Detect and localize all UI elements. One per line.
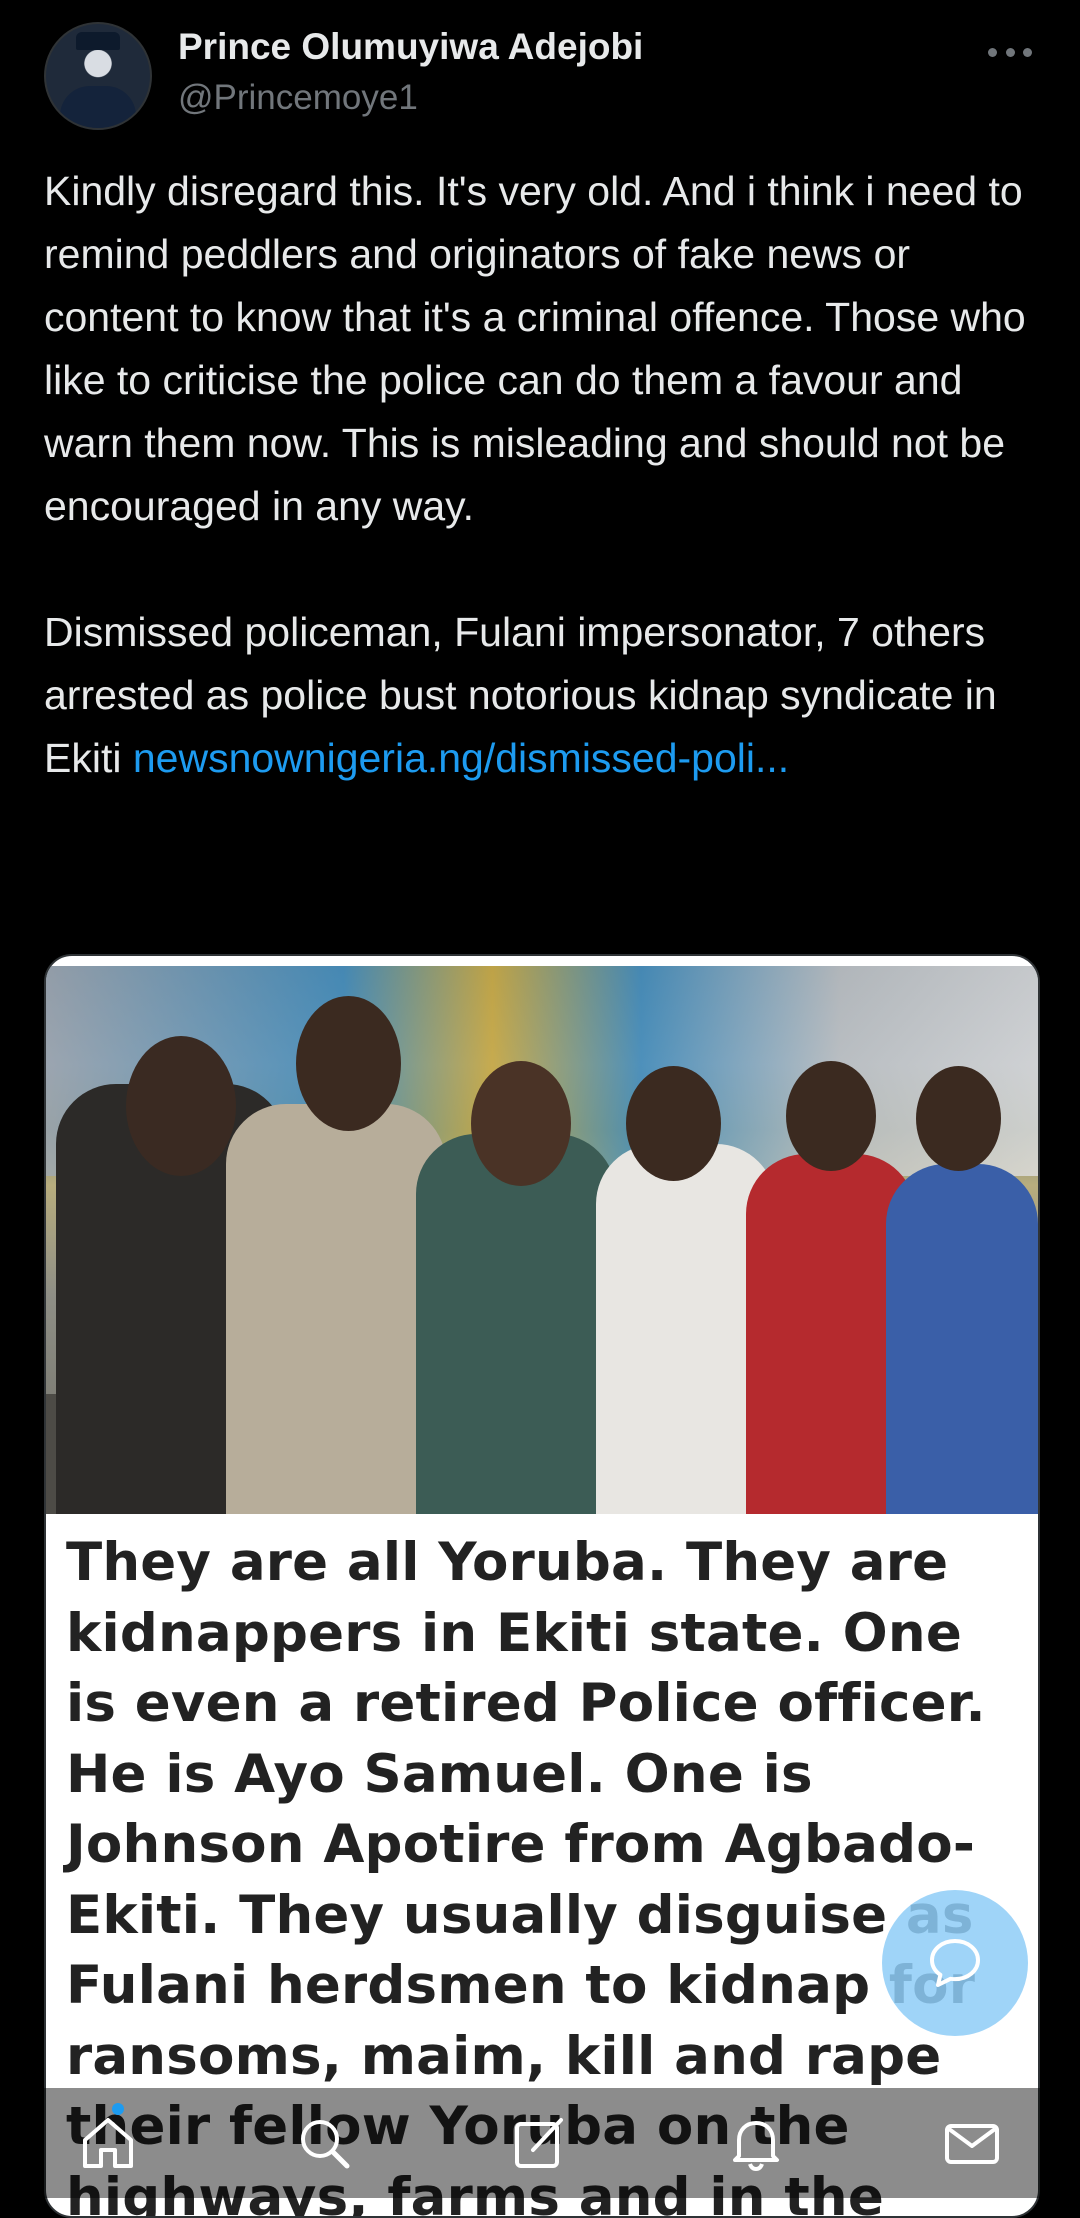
tweet-quoted-headline: Dismissed policeman, Fulani impersonator… [44, 601, 1044, 790]
reply-fab-button[interactable] [882, 1890, 1028, 2036]
more-dot [988, 47, 997, 57]
more-options-icon[interactable] [988, 40, 1032, 64]
photo-head [471, 1061, 571, 1186]
unread-dot [112, 2103, 124, 2115]
photo-person [226, 1104, 446, 1514]
search-icon [301, 2120, 350, 2169]
home-icon [83, 2118, 133, 2168]
reply-bubble-icon [930, 1939, 980, 1987]
nav-compose[interactable] [500, 2103, 580, 2183]
nav-messages[interactable] [932, 2103, 1012, 2183]
avatar-torso [60, 86, 136, 128]
article-link[interactable]: newsnownigeria.ng/dismissed-poli... [133, 735, 789, 781]
author-handle[interactable]: @Princemoye1 [178, 78, 418, 118]
photo-head [126, 1036, 236, 1176]
more-dot [1005, 47, 1015, 57]
notifications-icon [733, 2121, 779, 2172]
tweet-media[interactable]: They are all Yoruba. They are kidnappers… [44, 954, 1040, 2218]
photo-head [916, 1066, 1001, 1171]
photo-head [626, 1066, 721, 1181]
photo-head [296, 996, 401, 1131]
messages-icon [945, 2124, 999, 2164]
photo-person [886, 1164, 1038, 1514]
tweet-text: Kindly disregard this. It's very old. An… [44, 160, 1044, 790]
bottom-navigation [0, 2088, 1080, 2198]
avatar-cap [76, 32, 120, 50]
author-name[interactable]: Prince Olumuyiwa Adejobi [178, 26, 643, 68]
tweet-header: Prince Olumuyiwa Adejobi @Princemoye1 [44, 22, 1036, 132]
nav-home[interactable] [68, 2103, 148, 2183]
photo-person [416, 1134, 616, 1514]
tweet-paragraph: Kindly disregard this. It's very old. An… [44, 168, 1026, 529]
news-photo[interactable] [46, 966, 1038, 1514]
nav-search[interactable] [284, 2103, 364, 2183]
compose-icon [515, 2118, 563, 2168]
more-dot [1023, 47, 1032, 57]
nav-notifications[interactable] [716, 2103, 796, 2183]
avatar[interactable] [44, 22, 152, 130]
photo-head [786, 1061, 876, 1171]
